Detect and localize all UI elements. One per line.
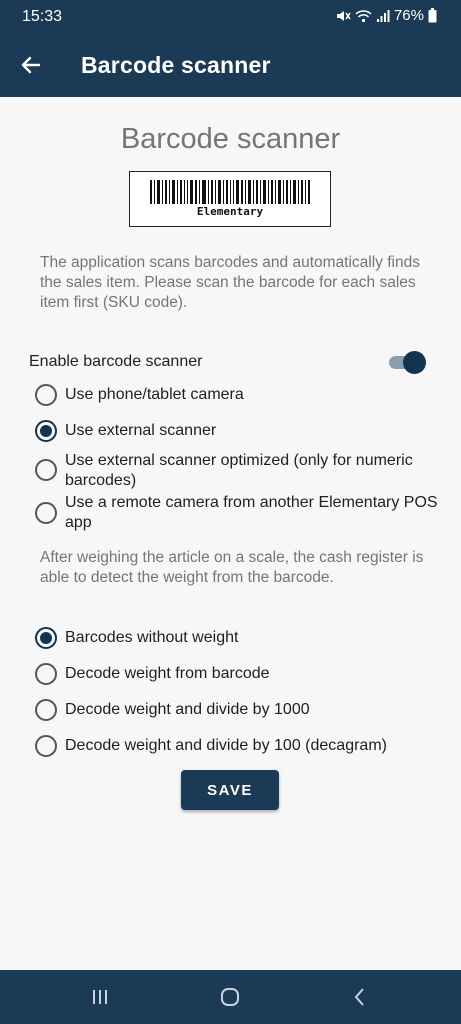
radio-button[interactable] <box>35 502 57 524</box>
radio-label: Use external scanner <box>65 422 217 439</box>
barcode-caption: Elementary <box>196 205 264 218</box>
back-nav-icon[interactable] <box>349 987 371 1007</box>
toggle-thumb <box>403 351 426 374</box>
save-button[interactable]: SAVE <box>181 770 279 810</box>
barcode-bars-icon <box>150 180 310 204</box>
page-heading: Barcode scanner <box>120 123 341 155</box>
radio-phone-camera[interactable]: Use phone/tablet camera <box>35 384 445 406</box>
radio-divide-1000[interactable]: Decode weight and divide by 1000 <box>35 699 445 721</box>
wifi-icon <box>355 9 372 23</box>
radio-button[interactable] <box>35 663 57 685</box>
weight-description: After weighing the article on a scale, t… <box>40 549 424 586</box>
app-bar-title: Barcode scanner <box>81 52 271 78</box>
radio-button[interactable] <box>35 384 57 406</box>
home-icon[interactable] <box>219 987 241 1007</box>
radio-label: Use external scanner optimized (only for… <box>65 452 413 489</box>
radio-divide-100[interactable]: Decode weight and divide by 100 (decagra… <box>35 735 445 757</box>
radio-button[interactable] <box>35 459 57 481</box>
settings-content: Barcode scanner Elementary The applicati… <box>0 97 461 970</box>
app-bar: Barcode scanner <box>0 34 461 97</box>
radio-external-scanner[interactable]: Use external scanner <box>35 420 445 442</box>
radio-external-optimized[interactable]: Use external scanner optimized (only for… <box>35 451 445 491</box>
battery-percent: 76% <box>393 7 424 24</box>
radio-label: Use phone/tablet camera <box>65 386 244 403</box>
radio-button[interactable] <box>35 699 57 721</box>
mute-icon <box>335 8 351 24</box>
radio-button[interactable] <box>35 420 57 442</box>
back-arrow-icon[interactable] <box>18 52 44 78</box>
radio-without-weight[interactable]: Barcodes without weight <box>35 627 445 649</box>
recent-apps-icon[interactable] <box>89 987 111 1007</box>
radio-button[interactable] <box>35 735 57 757</box>
radio-button[interactable] <box>35 627 57 649</box>
radio-remote-camera[interactable]: Use a remote camera from another Element… <box>35 493 445 533</box>
radio-label: Decode weight from barcode <box>65 665 270 682</box>
radio-label: Decode weight and divide by 1000 <box>65 701 310 718</box>
radio-label: Barcodes without weight <box>65 629 239 646</box>
battery-icon <box>428 8 437 23</box>
enable-scanner-label: Enable barcode scanner <box>29 353 203 370</box>
radio-label: Decode weight and divide by 100 (decagra… <box>65 737 387 754</box>
status-icons: 76% <box>335 7 437 24</box>
enable-scanner-row: Enable barcode scanner <box>29 350 431 374</box>
system-nav-bar <box>0 970 461 1024</box>
signal-icon <box>376 9 390 23</box>
enable-scanner-toggle[interactable] <box>389 350 429 374</box>
scanner-description: The application scans barcodes and autom… <box>40 254 420 311</box>
radio-decode-weight[interactable]: Decode weight from barcode <box>35 663 445 685</box>
radio-label: Use a remote camera from another Element… <box>65 494 438 531</box>
status-time: 15:33 <box>22 8 63 25</box>
status-bar: 15:33 76% <box>0 0 461 34</box>
barcode-illustration: Elementary <box>129 171 331 227</box>
